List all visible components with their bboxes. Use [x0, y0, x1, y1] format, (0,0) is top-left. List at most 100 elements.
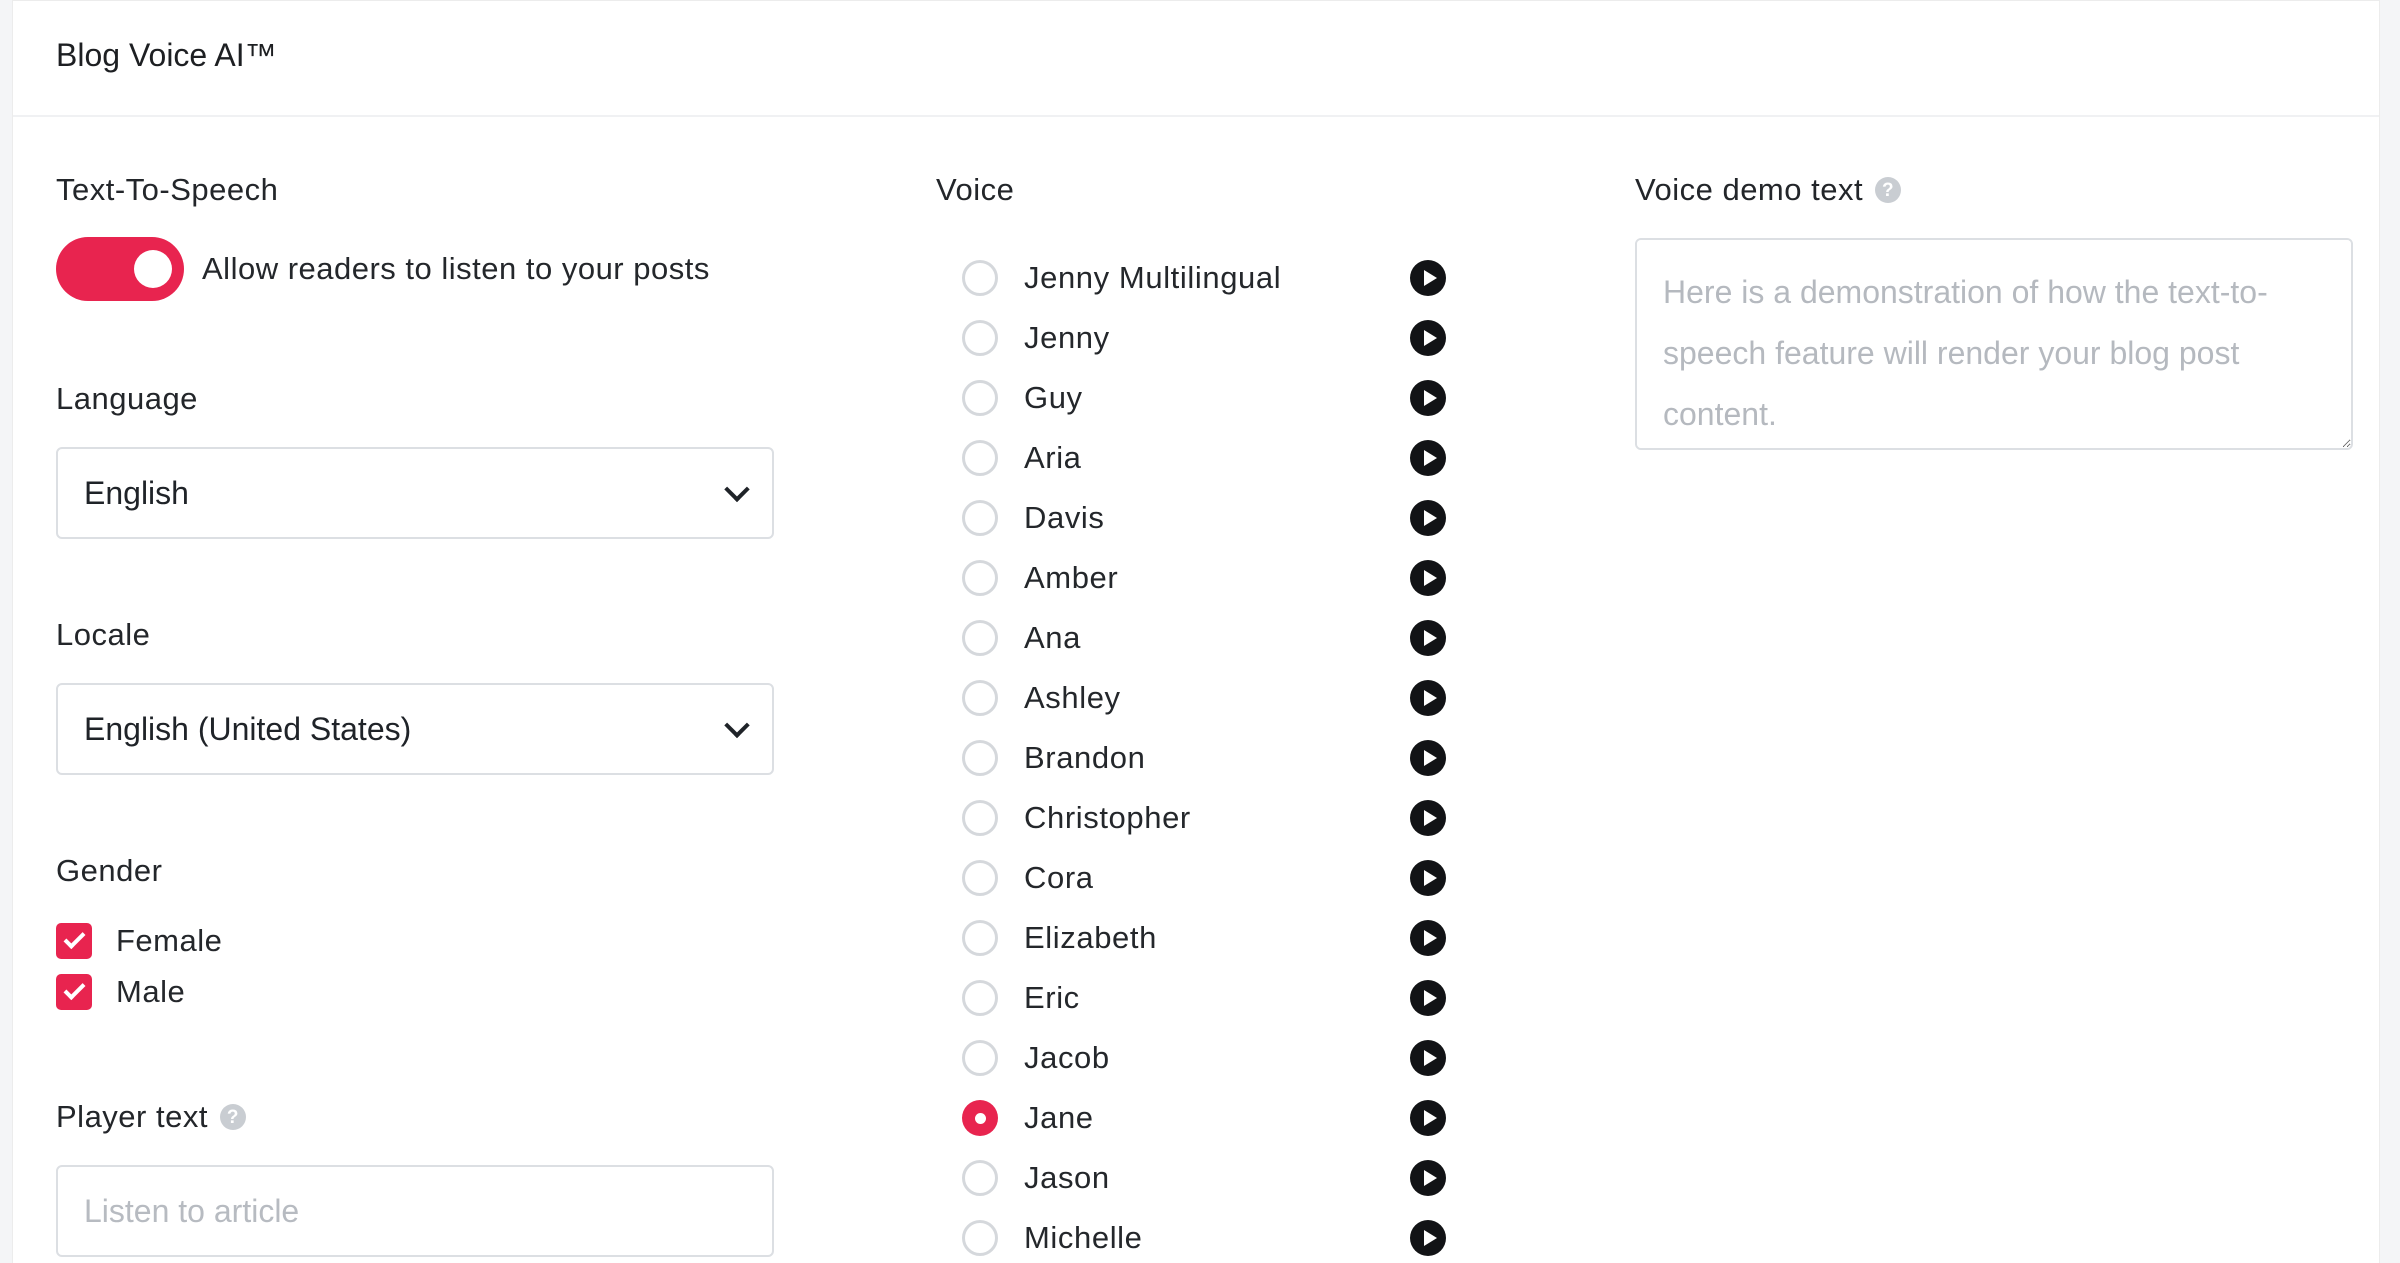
voice-radio[interactable]	[962, 1160, 998, 1196]
voice-name: Christopher	[1024, 800, 1191, 835]
voice-item[interactable]: Jane	[936, 1088, 1456, 1148]
play-icon[interactable]	[1410, 1100, 1446, 1136]
play-icon[interactable]	[1410, 380, 1446, 416]
voice-item[interactable]: Jenny Multilingual	[936, 248, 1456, 308]
voice-radio[interactable]	[962, 560, 998, 596]
chevron-down-icon	[724, 712, 750, 739]
male-label: Male	[116, 974, 186, 1009]
voice-name: Davis	[1024, 500, 1105, 535]
play-triangle	[1423, 990, 1437, 1006]
play-icon[interactable]	[1410, 680, 1446, 716]
voice-radio[interactable]	[962, 320, 998, 356]
voice-item[interactable]: Amber	[936, 548, 1456, 608]
play-triangle	[1423, 810, 1437, 826]
play-triangle	[1423, 690, 1437, 706]
voice-radio[interactable]	[962, 800, 998, 836]
gender-label: Gender	[56, 853, 163, 888]
female-checkbox[interactable]	[56, 923, 92, 959]
voice-name: Elizabeth	[1024, 920, 1157, 955]
play-icon[interactable]	[1410, 800, 1446, 836]
voice-radio[interactable]	[962, 740, 998, 776]
play-icon[interactable]	[1410, 620, 1446, 656]
settings-panel: Blog Voice AI™ Text-To-Speech Allow read…	[12, 0, 2380, 1263]
voice-name: Eric	[1024, 980, 1080, 1015]
question-circle-icon[interactable]: ?	[219, 1104, 246, 1130]
voice-item[interactable]: Ana	[936, 608, 1456, 668]
male-checkbox[interactable]	[56, 974, 92, 1010]
gender-male-row[interactable]: Male	[56, 974, 185, 1010]
play-icon[interactable]	[1410, 440, 1446, 476]
voice-radio[interactable]	[962, 260, 998, 296]
voice-item[interactable]: Eric	[936, 968, 1456, 1028]
voice-radio[interactable]	[962, 920, 998, 956]
tts-toggle[interactable]	[56, 237, 184, 301]
voice-radio[interactable]	[962, 1040, 998, 1076]
play-icon[interactable]	[1410, 1220, 1446, 1256]
demo-column: Voice demo text ?	[1621, 117, 2353, 1263]
voice-radio[interactable]	[962, 500, 998, 536]
voice-item[interactable]: Christopher	[936, 788, 1456, 848]
demo-text-textarea[interactable]	[1635, 238, 2353, 450]
play-icon[interactable]	[1410, 260, 1446, 296]
voice-item[interactable]: Brandon	[936, 728, 1456, 788]
play-triangle	[1423, 510, 1437, 526]
play-icon[interactable]	[1410, 740, 1446, 776]
voice-radio[interactable]	[962, 860, 998, 896]
chevron-down-icon	[724, 476, 750, 503]
voice-name: Brandon	[1024, 740, 1146, 775]
voice-item[interactable]: Jenny	[936, 308, 1456, 368]
voice-item[interactable]: Davis	[936, 488, 1456, 548]
play-triangle	[1423, 1170, 1437, 1186]
locale-label: Locale	[56, 617, 151, 652]
gender-female-row[interactable]: Female	[56, 923, 222, 959]
voice-radio[interactable]	[962, 680, 998, 716]
play-icon[interactable]	[1410, 500, 1446, 536]
play-icon[interactable]	[1410, 1040, 1446, 1076]
demo-text-label: Voice demo text ?	[1635, 172, 1902, 208]
voice-item[interactable]: Elizabeth	[936, 908, 1456, 968]
voice-item[interactable]: Cora	[936, 848, 1456, 908]
play-icon[interactable]	[1410, 860, 1446, 896]
play-icon[interactable]	[1410, 920, 1446, 956]
tts-toggle-row: Allow readers to listen to your posts	[56, 237, 710, 301]
voice-name: Cora	[1024, 860, 1094, 895]
language-label: Language	[56, 381, 198, 416]
voice-item[interactable]: Michelle	[936, 1208, 1456, 1263]
language-select[interactable]: English	[56, 447, 774, 539]
play-triangle	[1423, 1230, 1437, 1246]
voice-radio[interactable]	[962, 440, 998, 476]
voice-name: Jane	[1024, 1100, 1094, 1135]
voice-label: Voice	[936, 172, 1015, 207]
voice-radio[interactable]	[962, 620, 998, 656]
player-text-input[interactable]	[56, 1165, 774, 1257]
tts-label: Text-To-Speech	[56, 172, 279, 207]
voice-item[interactable]: Jason	[936, 1148, 1456, 1208]
play-icon[interactable]	[1410, 980, 1446, 1016]
voice-name: Ana	[1024, 620, 1081, 655]
play-triangle	[1423, 1110, 1437, 1126]
voice-item[interactable]: Guy	[936, 368, 1456, 428]
voice-name: Guy	[1024, 380, 1083, 415]
play-triangle	[1423, 630, 1437, 646]
voice-item[interactable]: Aria	[936, 428, 1456, 488]
checkmark-icon	[63, 978, 85, 1001]
voice-item[interactable]: Ashley	[936, 668, 1456, 728]
voice-item[interactable]: Jacob	[936, 1028, 1456, 1088]
voice-radio[interactable]	[962, 1100, 998, 1136]
female-label: Female	[116, 923, 223, 958]
play-icon[interactable]	[1410, 560, 1446, 596]
play-triangle	[1423, 450, 1437, 466]
voice-radio[interactable]	[962, 380, 998, 416]
play-triangle	[1423, 750, 1437, 766]
question-circle-icon[interactable]: ?	[1875, 177, 1902, 203]
voice-radio[interactable]	[962, 980, 998, 1016]
locale-select[interactable]: English (United States)	[56, 683, 774, 775]
panel-header: Blog Voice AI™	[13, 1, 2379, 117]
demo-text-label-text: Voice demo text	[1635, 172, 1864, 207]
play-icon[interactable]	[1410, 1160, 1446, 1196]
voice-name: Aria	[1024, 440, 1082, 475]
locale-value: English (United States)	[84, 710, 412, 747]
voice-radio[interactable]	[962, 1220, 998, 1256]
play-icon[interactable]	[1410, 320, 1446, 356]
panel-title: Blog Voice AI™	[56, 36, 277, 73]
